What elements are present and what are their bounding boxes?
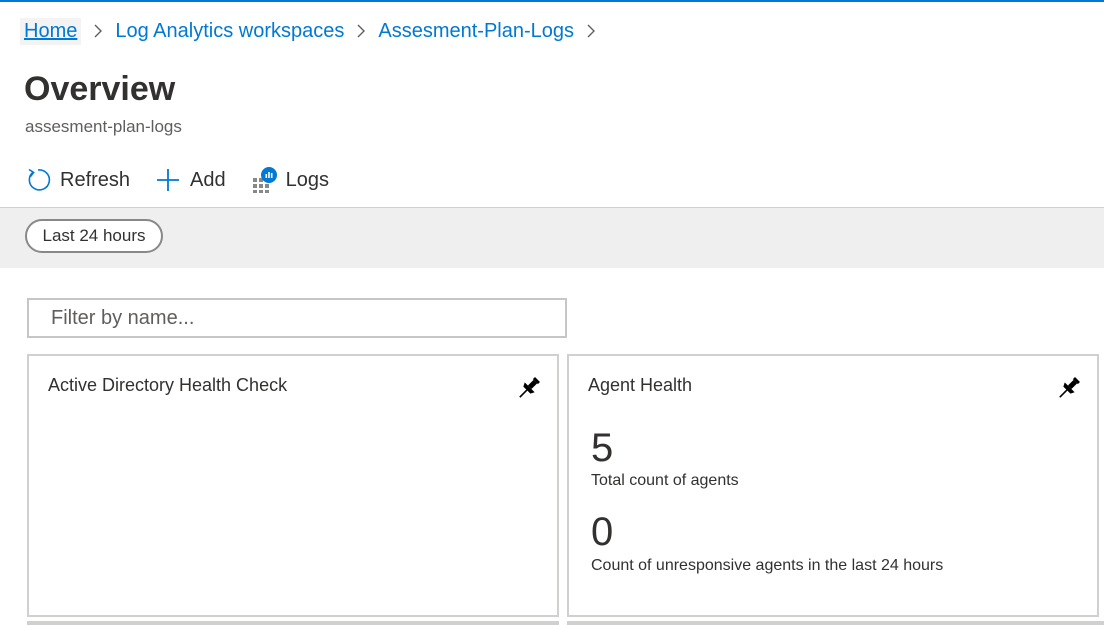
next-tile-edge <box>27 621 559 625</box>
refresh-button[interactable]: Refresh <box>24 166 130 194</box>
tile-title: Agent Health <box>588 375 693 395</box>
total-agents-label: Total count of agents <box>591 472 739 489</box>
chevron-right-icon <box>356 24 366 38</box>
refresh-label: Refresh <box>60 168 131 191</box>
pin-icon[interactable] <box>1055 374 1083 402</box>
unresponsive-agents-label: Count of unresponsive agents in the last… <box>591 557 944 574</box>
chevron-right-icon <box>586 24 596 38</box>
tile-agent-health[interactable]: Agent Health 5 Total count of agents 0 C… <box>567 354 1099 617</box>
unresponsive-agents-count: 0 <box>591 510 614 554</box>
add-label: Add <box>190 168 226 191</box>
pin-icon[interactable] <box>515 374 543 402</box>
tile-active-directory-health-check[interactable]: Active Directory Health Check <box>27 354 559 617</box>
plus-icon <box>154 166 182 194</box>
breadcrumb-workspaces-link[interactable]: Log Analytics workspaces <box>115 20 344 43</box>
breadcrumb-workspace-link[interactable]: Assesment-Plan-Logs <box>378 20 574 43</box>
add-button[interactable]: Add <box>154 166 226 194</box>
breadcrumb-home-link[interactable]: Home <box>20 17 82 45</box>
top-accent-line <box>0 0 1104 2</box>
filter-by-name-input[interactable] <box>27 298 567 338</box>
time-range-pill[interactable]: Last 24 hours <box>25 219 163 253</box>
next-tile-edge <box>567 621 1104 625</box>
logs-button[interactable]: Logs <box>250 166 329 194</box>
chevron-right-icon <box>93 24 103 38</box>
logs-icon <box>250 166 278 194</box>
page-subtitle: assesment-plan-logs <box>25 117 182 136</box>
command-bar: Refresh Add Logs <box>24 162 353 198</box>
filter-band <box>0 208 1104 268</box>
refresh-icon <box>24 166 52 194</box>
breadcrumb: Home Log Analytics workspaces Assesment-… <box>20 16 608 46</box>
page-title: Overview <box>24 70 176 108</box>
tile-title: Active Directory Health Check <box>48 375 288 395</box>
logs-label: Logs <box>285 168 329 191</box>
total-agents-count: 5 <box>591 426 614 470</box>
